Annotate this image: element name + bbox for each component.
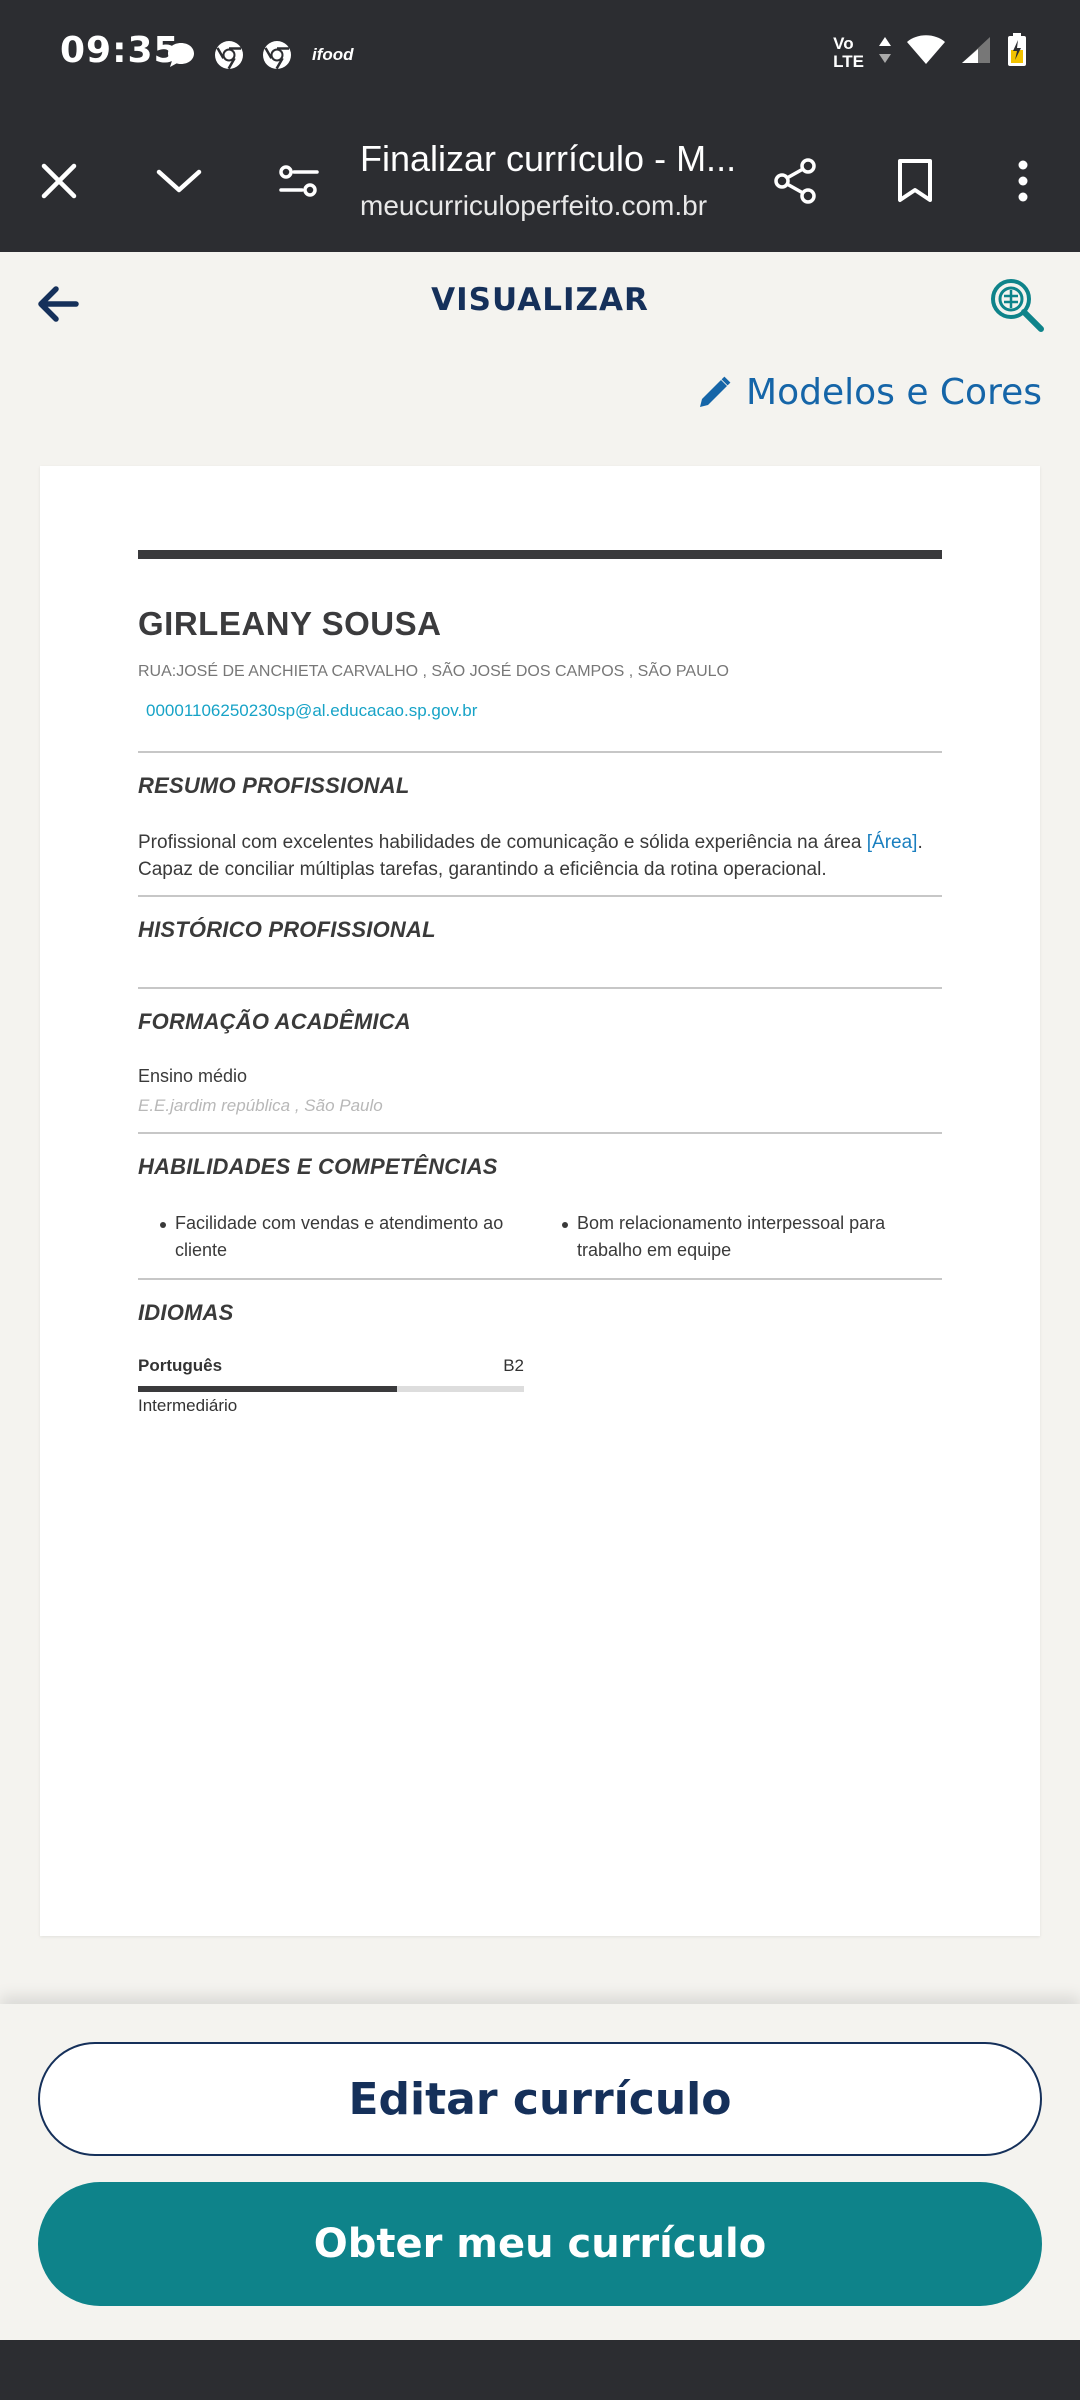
education-school: E.E.jardim república , São Paulo [138, 1096, 383, 1115]
page-header: VISUALIZAR [0, 252, 1080, 362]
resume-document: GIRLEANY SOUSA RUA:JOSÉ DE ANCHIETA CARV… [138, 550, 942, 1416]
page-info[interactable]: Finalizar currículo - M... meucurriculop… [360, 138, 740, 222]
pencil-icon [700, 376, 731, 407]
section-divider [138, 1132, 942, 1134]
wifi-icon [906, 34, 946, 71]
section-divider [138, 1278, 942, 1280]
close-icon [41, 163, 77, 199]
history-title: HISTÓRICO PROFISSIONAL [138, 917, 436, 942]
notification-icons: ifood [164, 38, 354, 72]
chrome-icon [260, 38, 294, 72]
more-vert-icon [1018, 160, 1028, 202]
summary-text: Profissional com excelentes habilidades … [138, 832, 923, 880]
zoom-button[interactable] [984, 272, 1050, 338]
tune-icon [279, 165, 319, 197]
summary-highlight: [Área] [866, 832, 918, 853]
section-divider [138, 751, 942, 753]
browser-page-title: Finalizar currículo - M... [360, 138, 737, 179]
bookmark-button[interactable] [884, 150, 946, 212]
share-icon [774, 158, 816, 204]
language-name: Português [138, 1356, 223, 1375]
bookmark-icon [898, 159, 932, 202]
bottom-actions: Editar currículo Obter meu currículo [0, 2004, 1080, 2340]
list-item: Bom relacionamento interpessoal para tra… [540, 1210, 942, 1264]
languages-title: IDIOMAS [138, 1300, 234, 1325]
ifood-icon: ifood [312, 45, 354, 64]
system-navigation-bar [0, 2340, 1080, 2400]
chat-bubble-icon [164, 38, 198, 72]
collapse-button[interactable] [148, 150, 210, 212]
models-link-label: Modelos e Cores [746, 372, 1042, 413]
section-divider [138, 895, 942, 897]
candidate-name: GIRLEANY SOUSA [138, 605, 442, 642]
clock: 09:35 [60, 30, 180, 71]
browser-url: meucurriculoperfeito.com.br [360, 190, 708, 221]
models-and-colors-link[interactable]: Modelos e Cores [696, 372, 1042, 413]
education-degree: Ensino médio [138, 1066, 248, 1086]
magnify-document-icon [991, 279, 1044, 332]
candidate-email: 00001106250230sp@al.educacao.sp.gov.br [146, 701, 478, 720]
resume-preview: GIRLEANY SOUSA RUA:JOSÉ DE ANCHIETA CARV… [40, 466, 1040, 1936]
status-bar: 09:35 ifood Vo LTE [0, 0, 1080, 110]
browser-toolbar: Finalizar currículo - M... meucurriculop… [0, 110, 1080, 252]
candidate-address: RUA:JOSÉ DE ANCHIETA CARVALHO , SÃO JOSÉ… [138, 663, 729, 680]
page-title: VISUALIZAR [431, 282, 649, 318]
share-button[interactable] [764, 150, 826, 212]
language-level-name: Intermediário [138, 1396, 238, 1415]
language-level-code: B2 [503, 1356, 524, 1375]
signal-icon [960, 35, 992, 70]
language-item: Português B2 Intermediário [138, 1356, 942, 1416]
education-title: FORMAÇÃO ACADÊMICA [138, 1009, 411, 1034]
more-options-button[interactable] [992, 150, 1054, 212]
close-button[interactable] [28, 150, 90, 212]
site-settings-button[interactable] [268, 150, 330, 212]
get-resume-button[interactable]: Obter meu currículo [38, 2182, 1042, 2306]
section-divider [138, 987, 942, 989]
list-item: Facilidade com vendas e atendimento ao c… [138, 1210, 540, 1264]
system-icons: Vo LTE [833, 32, 1028, 73]
edit-resume-button[interactable]: Editar currículo [38, 2042, 1042, 2156]
data-arrows-icon [878, 35, 892, 70]
skills-list: Facilidade com vendas e atendimento ao c… [138, 1210, 942, 1264]
volte-icon: Vo LTE [833, 33, 864, 71]
skills-title: HABILIDADES E COMPETÊNCIAS [138, 1154, 498, 1179]
battery-charging-icon [1006, 32, 1028, 73]
language-proficiency-fill [138, 1386, 397, 1392]
chrome-icon [212, 38, 246, 72]
top-divider [138, 550, 942, 559]
language-proficiency-bar [138, 1386, 524, 1392]
summary-title: RESUMO PROFISSIONAL [138, 773, 410, 798]
chevron-down-icon [156, 169, 202, 193]
